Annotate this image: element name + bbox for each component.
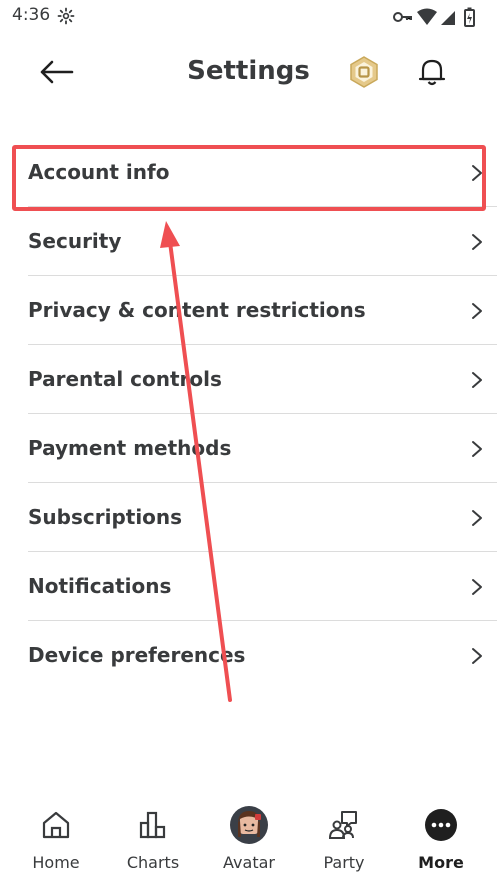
annotation-highlight-box xyxy=(12,145,486,211)
settings-gear-icon xyxy=(57,7,75,29)
wifi-icon xyxy=(417,8,437,25)
settings-item-label: Security xyxy=(28,229,122,253)
charts-icon xyxy=(139,811,166,839)
status-bar: 4:36 xyxy=(0,0,497,34)
header: Settings xyxy=(0,40,497,106)
bell-icon xyxy=(418,59,446,86)
nav-more[interactable]: More xyxy=(396,796,486,884)
nav-home[interactable]: Home xyxy=(11,796,101,884)
settings-item-label: Payment methods xyxy=(28,436,232,460)
nav-avatar[interactable]: Avatar xyxy=(204,796,294,884)
settings-item-payment-methods[interactable]: Payment methods xyxy=(28,414,497,483)
chevron-right-icon xyxy=(472,372,482,388)
chevron-right-icon xyxy=(472,441,482,457)
settings-item-label: Device preferences xyxy=(28,643,246,667)
chevron-right-icon xyxy=(472,303,482,319)
nav-label: Charts xyxy=(126,853,180,872)
status-time: 4:36 xyxy=(12,5,51,25)
battery-icon xyxy=(464,7,475,27)
chevron-right-icon xyxy=(472,234,482,250)
home-icon xyxy=(42,811,70,839)
nav-charts[interactable]: Charts xyxy=(108,796,198,884)
robux-button[interactable] xyxy=(346,54,382,90)
settings-item-device-preferences[interactable]: Device preferences xyxy=(28,621,497,690)
party-icon xyxy=(328,811,357,839)
more-icon xyxy=(425,809,457,841)
settings-list: Account info Security Privacy & content … xyxy=(28,138,497,690)
vpn-key-icon xyxy=(393,12,412,22)
chevron-right-icon xyxy=(472,510,482,526)
chevron-right-icon xyxy=(472,648,482,664)
status-icons xyxy=(391,6,487,32)
settings-item-subscriptions[interactable]: Subscriptions xyxy=(28,483,497,552)
nav-party[interactable]: Party xyxy=(299,796,389,884)
settings-item-label: Notifications xyxy=(28,574,172,598)
settings-item-label: Privacy & content restrictions xyxy=(28,298,366,322)
settings-item-security[interactable]: Security xyxy=(28,207,497,276)
nav-label: Home xyxy=(32,853,80,872)
settings-item-privacy[interactable]: Privacy & content restrictions xyxy=(28,276,497,345)
notifications-button[interactable] xyxy=(414,54,450,90)
bottom-nav: Home Charts Avatar Party More xyxy=(0,796,497,884)
chevron-right-icon xyxy=(472,579,482,595)
settings-item-label: Subscriptions xyxy=(28,505,183,529)
nav-label: More xyxy=(418,853,464,872)
settings-item-parental-controls[interactable]: Parental controls xyxy=(28,345,497,414)
settings-item-notifications[interactable]: Notifications xyxy=(28,552,497,621)
avatar-icon xyxy=(230,806,268,844)
nav-label: Avatar xyxy=(223,853,275,872)
robux-icon xyxy=(350,56,378,88)
nav-label: Party xyxy=(323,853,365,872)
signal-icon xyxy=(441,11,455,25)
settings-item-label: Parental controls xyxy=(28,367,222,391)
